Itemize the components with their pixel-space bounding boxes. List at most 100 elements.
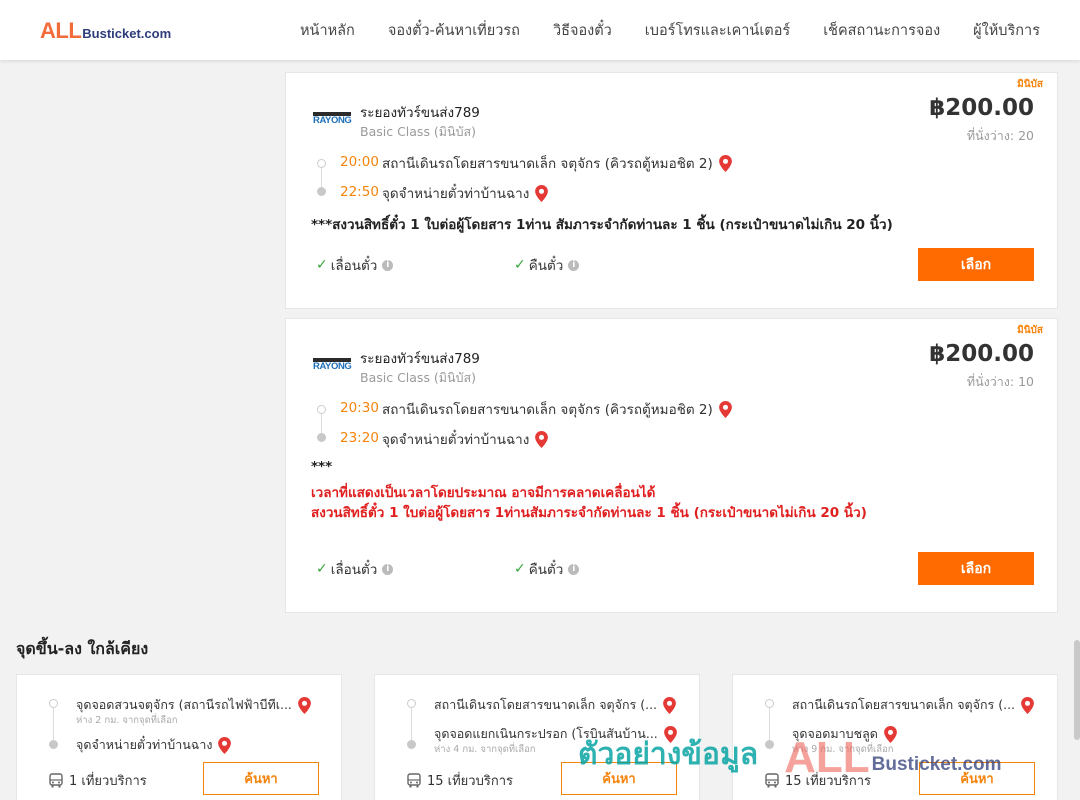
- departure-dot: [317, 405, 326, 414]
- map-pin-icon[interactable]: [298, 696, 311, 714]
- nearby-from-text: จุดจอดสวนจตุจักร (สถานีรถไฟฟ้าบีทีเ...: [76, 697, 292, 712]
- trip-card: มินิบัส RAYONG ระยองทัวร์ขนส่ง789 Basic …: [285, 318, 1058, 613]
- nearby-search-button[interactable]: ค้นหา: [561, 762, 677, 795]
- check-icon: ✓: [514, 561, 526, 577]
- trip-count-text: 15 เที่ยวบริการ: [427, 774, 513, 789]
- bus-icon: [407, 773, 421, 788]
- trip-count-text: 1 เที่ยวบริการ: [69, 774, 147, 789]
- nav-how-to-book[interactable]: วิธีจองตั๋ว: [553, 19, 612, 42]
- reschedule-feature[interactable]: ✓ เลื่อนตั๋ว i: [316, 254, 394, 276]
- operator-name: ระยองทัวร์ขนส่ง789: [360, 351, 480, 367]
- info-icon[interactable]: i: [382, 259, 394, 271]
- departure-place-text: สถานีเดินรถโดยสารขนาดเล็ก จตุจักร (คิวรถ…: [382, 402, 713, 418]
- nearby-to-text: จุดจอดแยกเนินกระปรอก (โรบินสันบ้าน...: [434, 726, 658, 741]
- departure-place: สถานีเดินรถโดยสารขนาดเล็ก จตุจักร (คิวรถ…: [382, 152, 732, 174]
- operator-logo-text: RAYONG: [313, 115, 352, 126]
- refund-label: คืนตั๋ว: [528, 562, 564, 578]
- map-pin-icon[interactable]: [663, 725, 677, 743]
- departure-place: สถานีเดินรถโดยสารขนาดเล็ก จตุจักร (คิวรถ…: [382, 398, 732, 420]
- map-pin-icon[interactable]: [718, 400, 732, 418]
- nav-home[interactable]: หน้าหลัก: [300, 19, 355, 42]
- refund-feature[interactable]: ✓ คืนตั๋ว i: [514, 254, 580, 276]
- map-pin-icon[interactable]: [663, 696, 676, 714]
- logo-all-text: ALL: [40, 18, 82, 43]
- arrival-place: จุดจำหน่ายตั๋วท่าบ้านฉาง: [382, 428, 549, 450]
- operator-logo-text: RAYONG: [313, 361, 352, 372]
- from-dot: [407, 699, 416, 708]
- nearby-to-text: จุดจำหน่ายตั๋วท่าบ้านฉาง: [76, 737, 213, 752]
- info-icon[interactable]: i: [568, 259, 580, 271]
- trip-count: 1 เที่ยวบริการ: [49, 770, 147, 791]
- reschedule-feature[interactable]: ✓ เลื่อนตั๋ว i: [316, 558, 394, 580]
- nearby-to-distance: ห่าง 4 กม. จากจุดที่เลือก: [434, 744, 536, 755]
- info-icon[interactable]: i: [568, 563, 580, 575]
- nearby-from-distance: ห่าง 2 กม. จากจุดที่เลือก: [76, 715, 178, 726]
- trip-price: ฿200.00: [929, 341, 1034, 367]
- departure-place-text: สถานีเดินรถโดยสารขนาดเล็ก จตุจักร (คิวรถ…: [382, 156, 713, 172]
- trip-note-time-warning: เวลาที่แสดงเป็นเวลาโดยประมาณ อาจมีการคลา…: [311, 485, 656, 501]
- reschedule-label: เลื่อนตั๋ว: [330, 258, 378, 274]
- trip-count: 15 เที่ยวบริการ: [765, 770, 871, 791]
- nearby-search-button[interactable]: ค้นหา: [919, 762, 1035, 795]
- class-tag: มินิบัส: [1017, 325, 1043, 336]
- from-dot: [765, 699, 774, 708]
- nearby-from: สถานีเดินรถโดยสารขนาดเล็ก จตุจักร (...: [434, 695, 676, 715]
- nearby-from-text: สถานีเดินรถโดยสารขนาดเล็ก จตุจักร (...: [792, 697, 1016, 712]
- nearby-to: จุดจำหน่ายตั๋วท่าบ้านฉาง: [76, 735, 232, 755]
- refund-label: คืนตั๋ว: [528, 258, 564, 274]
- nearby-from-text: สถานีเดินรถโดยสารขนาดเล็ก จตุจักร (...: [434, 697, 658, 712]
- departure-time: 20:30: [340, 400, 379, 416]
- page-scrollbar[interactable]: [1074, 640, 1080, 740]
- top-header: ALL Busticket.com หน้าหลัก จองตั๋ว-ค้นหา…: [0, 0, 1080, 60]
- arrival-time: 23:20: [340, 430, 379, 446]
- check-icon: ✓: [316, 561, 328, 577]
- map-pin-icon[interactable]: [1021, 696, 1034, 714]
- arrival-dot: [317, 433, 326, 442]
- nearby-section-title: จุดขึ้น-ลง ใกล้เคียง: [16, 639, 149, 658]
- bus-icon: [49, 773, 63, 788]
- from-dot: [49, 699, 58, 708]
- map-pin-icon[interactable]: [535, 184, 549, 202]
- info-icon[interactable]: i: [382, 563, 394, 575]
- trip-note: ***สงวนสิทธิ์ตั๋ว 1 ใบต่อผู้โดยสาร 1ท่าน…: [311, 217, 893, 233]
- trip-price: ฿200.00: [929, 95, 1034, 121]
- select-trip-button[interactable]: เลือก: [918, 552, 1034, 585]
- nav-contact-counter[interactable]: เบอร์โทรและเคาน์เตอร์: [645, 19, 790, 42]
- trip-note-luggage: สงวนสิทธิ์ตั๋ว 1 ใบต่อผู้โดยสาร 1ท่านสัม…: [311, 505, 867, 521]
- operator-logo: RAYONG: [313, 112, 352, 128]
- select-trip-button[interactable]: เลือก: [918, 248, 1034, 281]
- departure-dot: [317, 159, 326, 168]
- reschedule-label: เลื่อนตั๋ว: [330, 562, 378, 578]
- map-pin-icon[interactable]: [718, 154, 732, 172]
- operator-logo: RAYONG: [313, 358, 352, 374]
- refund-feature[interactable]: ✓ คืนตั๋ว i: [514, 558, 580, 580]
- nav-operators[interactable]: ผู้ให้บริการ: [973, 19, 1040, 42]
- check-icon: ✓: [514, 257, 526, 273]
- trip-count: 15 เที่ยวบริการ: [407, 770, 513, 791]
- nearby-card: จุดจอดสวนจตุจักร (สถานีรถไฟฟ้าบีทีเ... ห…: [16, 674, 342, 800]
- arrival-place: จุดจำหน่ายตั๋วท่าบ้านฉาง: [382, 182, 549, 204]
- bus-class: Basic Class (มินิบัส): [360, 370, 477, 385]
- arrival-time: 22:50: [340, 184, 379, 200]
- map-pin-icon[interactable]: [218, 736, 232, 754]
- bus-icon: [765, 773, 779, 788]
- arrival-dot: [317, 187, 326, 196]
- nearby-to-distance: ห่าง 9 กม. จากจุดที่เลือก: [792, 744, 894, 755]
- site-logo[interactable]: ALL Busticket.com: [40, 18, 171, 44]
- seats-available: ที่นั่งว่าง: 10: [966, 374, 1034, 389]
- nearby-to: จุดจอดมาบชลูด: [792, 724, 897, 744]
- nearby-from: สถานีเดินรถโดยสารขนาดเล็ก จตุจักร (...: [792, 695, 1034, 715]
- nav-book-search[interactable]: จองตั๋ว-ค้นหาเที่ยวรถ: [388, 19, 520, 42]
- arrival-place-text: จุดจำหน่ายตั๋วท่าบ้านฉาง: [382, 186, 530, 202]
- nav-booking-status[interactable]: เช็คสถานะการจอง: [823, 19, 940, 42]
- nearby-to: จุดจอดแยกเนินกระปรอก (โรบินสันบ้าน...: [434, 724, 677, 744]
- to-dot: [49, 740, 58, 749]
- logo-busticket-text: Busticket.com: [82, 26, 172, 41]
- map-pin-icon[interactable]: [535, 430, 549, 448]
- seats-available: ที่นั่งว่าง: 20: [966, 128, 1034, 143]
- departure-time: 20:00: [340, 154, 379, 170]
- map-pin-icon[interactable]: [883, 725, 897, 743]
- nearby-from: จุดจอดสวนจตุจักร (สถานีรถไฟฟ้าบีทีเ...: [76, 695, 311, 715]
- class-tag: มินิบัส: [1017, 79, 1043, 90]
- nearby-search-button[interactable]: ค้นหา: [203, 762, 319, 795]
